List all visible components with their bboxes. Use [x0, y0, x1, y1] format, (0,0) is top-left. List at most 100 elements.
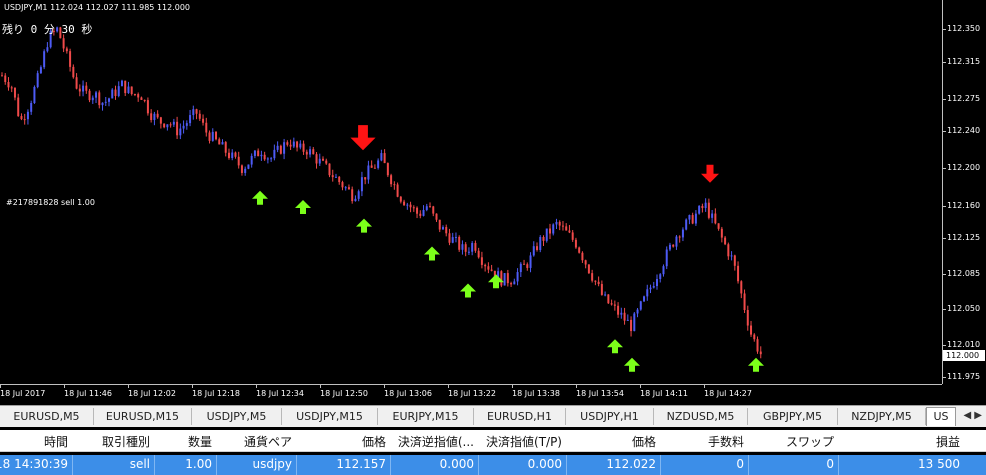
tab-chart[interactable]: US	[926, 407, 956, 426]
candle-body	[500, 271, 503, 286]
column-header[interactable]: 決済指値(T/P)	[486, 433, 562, 450]
candle-body	[678, 236, 681, 238]
tab-scroll-arrows[interactable]: ◀ ▶	[963, 410, 982, 421]
candle-body	[516, 272, 519, 282]
candle-body	[448, 233, 451, 243]
tab-chart[interactable]: NZDUSD,M5	[654, 408, 748, 425]
column-header[interactable]: 取引種別	[102, 433, 150, 450]
candle-body	[156, 113, 159, 118]
candle-body	[429, 206, 432, 208]
tab-chart[interactable]: USDJPY,H1	[566, 408, 654, 425]
price-chart[interactable]	[0, 0, 942, 384]
candle-body	[169, 124, 172, 126]
candle-body	[328, 163, 331, 176]
time-label: 18 Jul 13:38	[512, 384, 560, 398]
table-row[interactable]: 18 14:30:39 sell 1.00 usdjpy 112.157 0.000 0.0…	[0, 455, 986, 475]
price-tick: 112.200	[941, 163, 981, 172]
candle-body	[82, 85, 85, 92]
table-cell: 0	[736, 457, 744, 471]
candle-body	[584, 260, 587, 265]
candle-body	[396, 184, 399, 197]
column-separator	[478, 455, 479, 475]
candle-body	[750, 325, 753, 335]
candle-body	[111, 89, 114, 99]
column-separator	[660, 455, 661, 475]
tab-chart[interactable]: GBPJPY,M5	[748, 408, 838, 425]
buy-signal-arrow-icon	[252, 190, 268, 205]
time-label: 18 Jul 12:50	[320, 384, 368, 398]
column-header[interactable]: 手数料	[708, 433, 744, 450]
column-header[interactable]: 数量	[188, 433, 212, 450]
column-header[interactable]: 価格	[362, 433, 386, 450]
column-header[interactable]: 価格	[632, 433, 656, 450]
candle-body	[626, 319, 629, 321]
column-header[interactable]: 時間	[44, 433, 68, 450]
column-header[interactable]: スワップ	[786, 433, 834, 450]
candle-body	[211, 131, 214, 141]
tab-chart[interactable]: EURUSD,H1	[474, 408, 566, 425]
candle-body	[578, 247, 581, 253]
chart-tabs: EURUSD,M5 EURUSD,M15 USDJPY,M5 USDJPY,M15 EU…	[0, 405, 986, 427]
candle-body	[189, 115, 192, 124]
price-tick: 112.315	[941, 57, 981, 66]
candle-body	[571, 232, 574, 240]
candle-body	[620, 312, 623, 315]
candle-body	[737, 265, 740, 282]
candle-body	[613, 304, 616, 306]
candle-body	[419, 213, 422, 216]
price-tick: 112.240	[941, 126, 981, 135]
tab-chart[interactable]: USDJPY,M15	[282, 408, 378, 425]
column-header[interactable]: 通貨ペア	[244, 433, 292, 450]
candle-body	[231, 152, 234, 159]
candle-timer: 残り 0 分 30 秒	[2, 23, 93, 36]
tab-chart[interactable]: EURUSD,M5	[0, 408, 94, 425]
candle-body	[753, 334, 756, 340]
candle-body	[1, 75, 3, 77]
candle-body	[688, 215, 691, 220]
candle-body	[685, 219, 688, 230]
candle-body	[205, 122, 208, 133]
table-cell: 0	[826, 457, 834, 471]
candle-body	[263, 154, 266, 160]
candle-body	[120, 80, 123, 87]
candle-body	[283, 142, 286, 154]
column-separator	[748, 455, 749, 475]
candle-body	[296, 141, 299, 148]
candle-body	[370, 165, 373, 168]
candle-body	[487, 266, 490, 270]
time-label: 18 Jul 11:46	[64, 384, 112, 398]
candle-body	[425, 206, 428, 210]
candle-body	[176, 121, 179, 136]
candle-body	[108, 98, 111, 102]
current-price-label: 112.000	[943, 350, 985, 361]
candle-body	[137, 94, 140, 98]
buy-signal-arrow-icon	[607, 339, 623, 354]
candle-body	[234, 152, 237, 157]
candle-body	[681, 229, 684, 238]
candle-body	[130, 86, 133, 95]
candle-body	[438, 219, 441, 230]
candle-body	[756, 339, 759, 352]
tab-chart[interactable]: EURJPY,M15	[378, 408, 474, 425]
buy-signal-arrow-icon	[356, 218, 372, 233]
column-header[interactable]: 損益	[936, 433, 960, 450]
candle-body	[260, 154, 263, 157]
candle-body	[72, 66, 75, 78]
candle-body	[659, 274, 662, 280]
sell-signal-arrow-icon	[701, 164, 719, 183]
tab-chart[interactable]: NZDJPY,M5	[838, 408, 926, 425]
tab-chart[interactable]: EURUSD,M15	[94, 408, 192, 425]
candle-body	[127, 86, 130, 94]
candle-body	[691, 215, 694, 224]
candle-body	[292, 141, 295, 147]
candle-body	[717, 223, 720, 229]
candle-body	[523, 263, 526, 265]
chart-area[interactable]: USDJPY,M1 112.024 112.027 111.985 112.00…	[0, 0, 986, 405]
candle-body	[62, 38, 65, 49]
candle-body	[309, 149, 312, 155]
tab-chart[interactable]: USDJPY,M5	[192, 408, 282, 425]
candle-body	[302, 143, 305, 152]
candle-body	[458, 236, 461, 250]
candle-body	[412, 207, 415, 209]
column-header[interactable]: 決済逆指値(...	[398, 433, 474, 450]
